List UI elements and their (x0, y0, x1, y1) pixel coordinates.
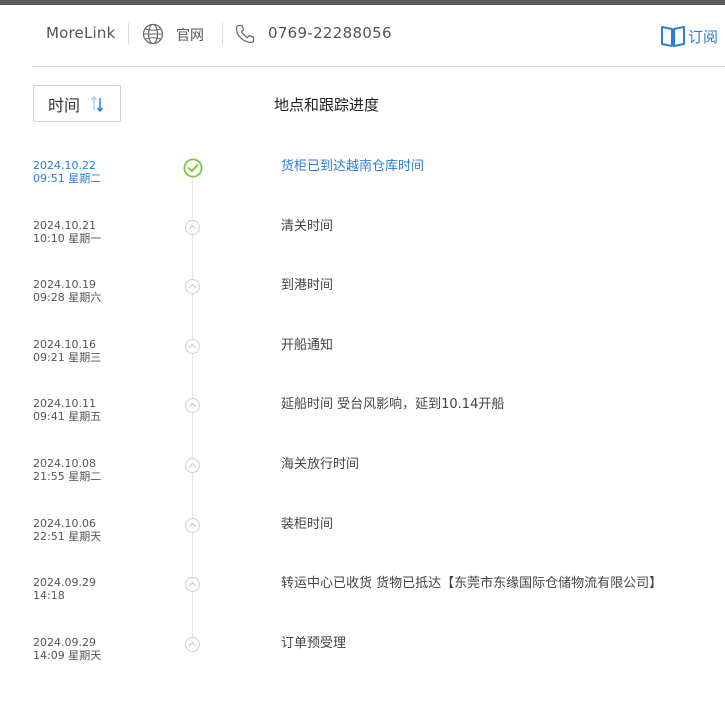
timeline-event: 2024.10.16 09:21 星期三 开船通知 (0, 338, 725, 378)
event-date: 2024.10.11 (33, 397, 96, 410)
status-dot-icon (185, 577, 200, 592)
event-description: 货柜已到达越南仓库时间 (281, 159, 425, 174)
event-time: 14:18 (33, 589, 65, 602)
tracking-column-title: 地点和跟踪进度 (274, 96, 380, 114)
event-date: 2024.10.19 (33, 278, 96, 291)
event-description: 海关放行时间 (281, 457, 360, 472)
header-divider (128, 23, 129, 45)
status-dot-icon (185, 637, 200, 652)
check-circle-icon (183, 158, 203, 178)
event-time: 21:55 星期二 (33, 470, 102, 483)
sort-arrows-icon (90, 95, 104, 112)
book-icon (661, 26, 685, 47)
timeline-event: 2024.10.06 22:51 星期天 装柜时间 (0, 517, 725, 557)
event-description: 清关时间 (281, 219, 334, 234)
status-dot-icon (185, 458, 200, 473)
status-dot-icon (185, 339, 200, 354)
globe-icon (142, 23, 164, 45)
event-time: 14:09 星期天 (33, 649, 102, 662)
official-site-link[interactable]: 官网 (176, 25, 204, 45)
event-date: 2024.10.16 (33, 338, 96, 351)
status-dot-icon (185, 220, 200, 235)
event-description: 开船通知 (281, 338, 334, 353)
event-time: 22:51 星期天 (33, 530, 102, 543)
header-bar: MoreLink 官网 0769-22288056 订阅 (32, 5, 725, 67)
event-description: 转运中心已收货 货物已抵达【东莞市东缘国际仓储物流有限公司】 (281, 576, 663, 591)
event-date: 2024.09.29 (33, 636, 96, 649)
contact-phone: 0769-22288056 (268, 24, 392, 42)
event-time: 09:21 星期三 (33, 351, 102, 364)
timeline-event: 2024.09.29 14:09 星期天 订单预受理 (0, 636, 725, 676)
event-date: 2024.09.29 (33, 576, 96, 589)
event-date: 2024.10.21 (33, 219, 96, 232)
event-date: 2024.10.06 (33, 517, 96, 530)
timeline-event: 2024.09.29 14:18 转运中心已收货 货物已抵达【东莞市东缘国际仓储… (0, 576, 725, 616)
status-dot-icon (185, 398, 200, 413)
status-dot-icon (185, 518, 200, 533)
header-divider (222, 23, 223, 45)
timeline-event: 2024.10.11 09:41 星期五 延船时间 受台风影响，延到10.14开… (0, 397, 725, 437)
event-description: 订单预受理 (281, 636, 347, 651)
status-dot-icon (185, 279, 200, 294)
event-description: 装柜时间 (281, 517, 334, 532)
phone-icon (235, 24, 255, 44)
event-time: 10:10 星期一 (33, 232, 102, 245)
event-description: 到港时间 (281, 278, 334, 293)
event-date: 2024.10.08 (33, 457, 96, 470)
sort-button-label: 时间 (48, 95, 81, 115)
sort-by-time-button[interactable]: 时间 (33, 85, 121, 122)
timeline-event: 2024.10.21 10:10 星期一 清关时间 (0, 219, 725, 259)
timeline-event: 2024.10.19 09:28 星期六 到港时间 (0, 278, 725, 318)
event-description: 延船时间 受台风影响，延到10.14开船 (281, 397, 505, 412)
timeline-event: 2024.10.22 09:51 星期二 货柜已到达越南仓库时间 (0, 158, 725, 199)
event-time: 09:41 星期五 (33, 410, 102, 423)
timeline-event: 2024.10.08 21:55 星期二 海关放行时间 (0, 457, 725, 497)
subscribe-label: 订阅 (688, 27, 719, 46)
event-time: 09:28 星期六 (33, 291, 102, 304)
brand-name: MoreLink (46, 24, 116, 42)
subscribe-button[interactable]: 订阅 (660, 23, 718, 49)
event-date: 2024.10.22 (33, 159, 96, 172)
event-time: 09:51 星期二 (33, 172, 102, 185)
